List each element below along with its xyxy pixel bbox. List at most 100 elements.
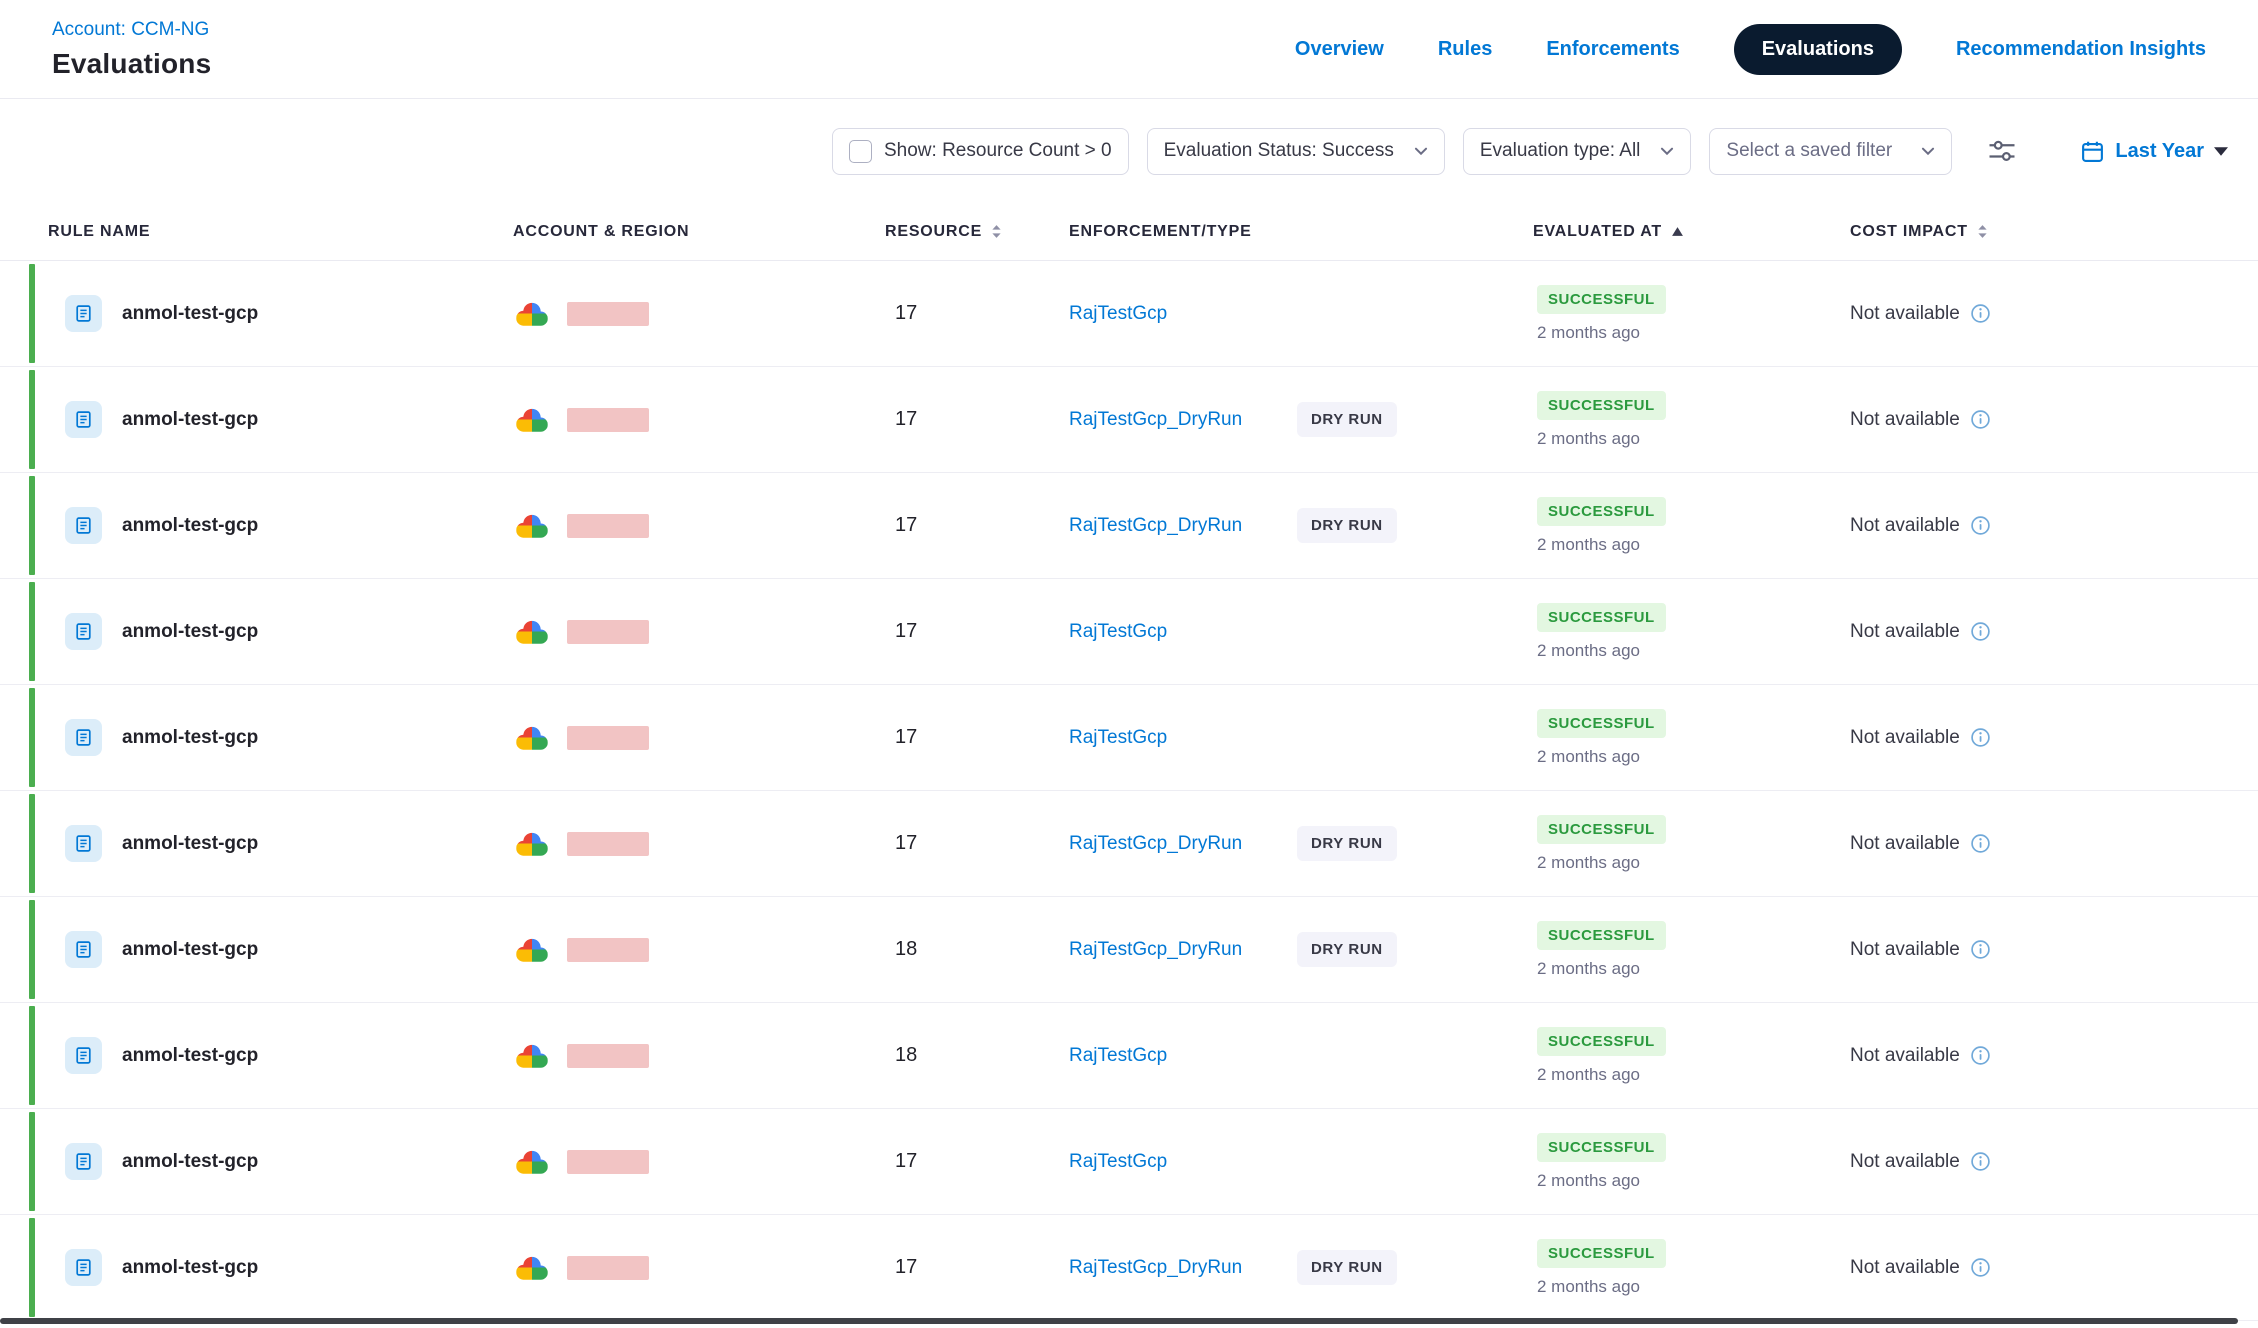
table-row[interactable]: anmol-test-gcp 17 RajTestGcp SUCCESSFUL … [0,685,2258,791]
resource-count-filter[interactable]: Show: Resource Count > 0 [832,128,1129,175]
dry-run-badge: DRY RUN [1297,508,1397,543]
account-region-cell [513,724,885,751]
evaluation-status-badge: SUCCESSFUL [1537,815,1666,844]
rule-name: anmol-test-gcp [122,1257,258,1279]
rule-name-cell: anmol-test-gcp [48,507,513,544]
chevron-down-icon [1660,147,1674,156]
info-icon[interactable] [1970,515,1991,536]
dry-run-badge: DRY RUN [1297,932,1397,967]
table-row[interactable]: anmol-test-gcp 18 RajTestGcp SUCCESSFUL … [0,1003,2258,1109]
top-nav: Overview Rules Enforcements Evaluations … [1295,24,2206,75]
gcp-cloud-icon [513,406,551,433]
saved-filter-placeholder: Select a saved filter [1726,140,1892,162]
rule-name-cell: anmol-test-gcp [48,931,513,968]
enforcement-link[interactable]: RajTestGcp [1069,303,1297,325]
info-icon[interactable] [1970,409,1991,430]
evaluated-at-cell: SUCCESSFUL 2 months ago [1533,1239,1850,1297]
rule-name: anmol-test-gcp [122,303,258,325]
date-range-label: Last Year [2115,140,2204,163]
nav-overview[interactable]: Overview [1295,38,1384,61]
date-range-picker[interactable]: Last Year [2080,139,2228,164]
enforcement-link[interactable]: RajTestGcp [1069,1151,1297,1173]
account-name-redacted [567,938,649,962]
sort-ascending-icon[interactable] [1671,226,1684,237]
info-icon[interactable] [1970,939,1991,960]
account-region-cell [513,512,885,539]
resource-count: 17 [885,726,1069,749]
enforcement-link[interactable]: RajTestGcp_DryRun [1069,833,1297,855]
evaluation-status-badge: SUCCESSFUL [1537,603,1666,632]
evaluated-at-cell: SUCCESSFUL 2 months ago [1533,1133,1850,1191]
enforcement-cell: RajTestGcp [1069,621,1533,643]
table-row[interactable]: anmol-test-gcp 17 RajTestGcp SUCCESSFUL … [0,1109,2258,1215]
row-status-accent [29,900,35,999]
enforcement-link[interactable]: RajTestGcp_DryRun [1069,515,1297,537]
table-row[interactable]: anmol-test-gcp 17 RajTestGcp SUCCESSFUL … [0,261,2258,367]
gcp-cloud-icon [513,1042,551,1069]
nav-rules[interactable]: Rules [1438,38,1492,61]
table-row[interactable]: anmol-test-gcp 18 RajTestGcp_DryRun DRY … [0,897,2258,1003]
cost-impact-value: Not available [1850,409,1960,431]
enforcement-cell: RajTestGcp [1069,727,1533,749]
table-row[interactable]: anmol-test-gcp 17 RajTestGcp_DryRun DRY … [0,367,2258,473]
rule-icon [65,1249,102,1286]
cost-impact-cell: Not available [1850,303,2210,325]
cost-impact-cell: Not available [1850,1257,2210,1279]
nav-enforcements[interactable]: Enforcements [1546,38,1679,61]
nav-recommendation-insights[interactable]: Recommendation Insights [1956,38,2206,61]
info-icon[interactable] [1970,621,1991,642]
evaluation-status-dropdown-label: Evaluation Status: Success [1164,140,1394,162]
info-icon[interactable] [1970,727,1991,748]
rule-name-cell: anmol-test-gcp [48,1249,513,1286]
enforcement-link[interactable]: RajTestGcp_DryRun [1069,1257,1297,1279]
account-name-redacted [567,1044,649,1068]
cost-impact-value: Not available [1850,1151,1960,1173]
enforcement-link[interactable]: RajTestGcp_DryRun [1069,939,1297,961]
evaluated-at-cell: SUCCESSFUL 2 months ago [1533,603,1850,661]
info-icon[interactable] [1970,303,1991,324]
cost-impact-value: Not available [1850,303,1960,325]
enforcement-cell: RajTestGcp [1069,1151,1533,1173]
sort-icon[interactable] [991,224,1002,239]
account-breadcrumb[interactable]: Account: CCM-NG [52,19,211,41]
account-name-redacted [567,514,649,538]
table-header-row: RULE NAME ACCOUNT & REGION RESOURCE ENFO… [0,203,2258,261]
info-icon[interactable] [1970,1151,1991,1172]
resource-count: 17 [885,620,1069,643]
info-icon[interactable] [1970,833,1991,854]
account-region-cell [513,936,885,963]
info-icon[interactable] [1970,1257,1991,1278]
nav-evaluations[interactable]: Evaluations [1734,24,1902,75]
horizontal-scrollbar[interactable] [0,1318,2238,1324]
dry-run-badge: DRY RUN [1297,402,1397,437]
cost-impact-value: Not available [1850,939,1960,961]
resource-count-checkbox[interactable] [849,140,872,163]
evaluation-status-badge: SUCCESSFUL [1537,709,1666,738]
table-row[interactable]: anmol-test-gcp 17 RajTestGcp_DryRun DRY … [0,791,2258,897]
row-status-accent [29,1218,35,1317]
table-row[interactable]: anmol-test-gcp 17 RajTestGcp_DryRun DRY … [0,1215,2258,1321]
saved-filter-dropdown[interactable]: Select a saved filter [1709,128,1952,175]
evaluation-type-dropdown[interactable]: Evaluation type: All [1463,128,1692,175]
account-region-cell [513,1042,885,1069]
evaluation-status-badge: SUCCESSFUL [1537,1133,1666,1162]
enforcement-link[interactable]: RajTestGcp [1069,727,1297,749]
table-row[interactable]: anmol-test-gcp 17 RajTestGcp SUCCESSFUL … [0,579,2258,685]
table-row[interactable]: anmol-test-gcp 17 RajTestGcp_DryRun DRY … [0,473,2258,579]
info-icon[interactable] [1970,1045,1991,1066]
enforcement-link[interactable]: RajTestGcp_DryRun [1069,409,1297,431]
resource-count: 17 [885,832,1069,855]
row-status-accent [29,688,35,787]
cost-impact-value: Not available [1850,727,1960,749]
enforcement-link[interactable]: RajTestGcp [1069,621,1297,643]
gcp-cloud-icon [513,300,551,327]
cost-impact-value: Not available [1850,621,1960,643]
gcp-cloud-icon [513,512,551,539]
evaluation-status-dropdown[interactable]: Evaluation Status: Success [1147,128,1445,175]
account-name-redacted [567,408,649,432]
enforcement-link[interactable]: RajTestGcp [1069,1045,1297,1067]
sort-icon[interactable] [1977,224,1988,239]
filter-settings-button[interactable] [1986,137,2018,165]
evaluation-status-badge: SUCCESSFUL [1537,1239,1666,1268]
resource-count: 17 [885,1150,1069,1173]
